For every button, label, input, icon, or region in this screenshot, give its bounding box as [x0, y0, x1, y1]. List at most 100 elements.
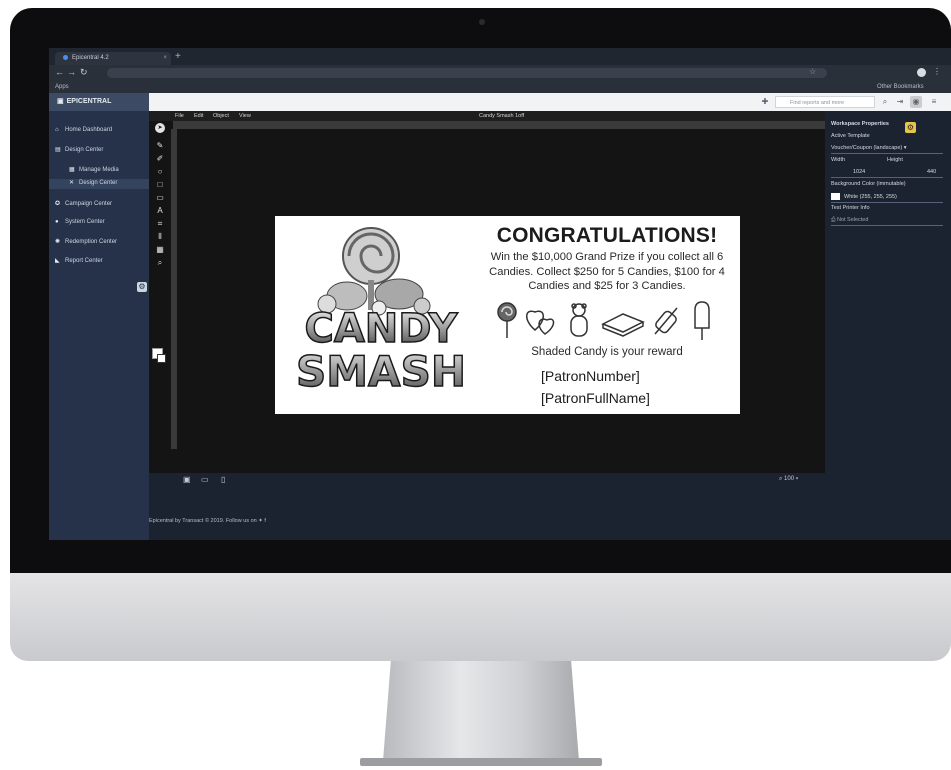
tool-palette: ➤ ✎ ✐ ○ □ ▭ A ⌗ ⦀ ▦ ⌕ — [149, 123, 171, 453]
sidebar-item-label: Design Center — [79, 180, 118, 186]
add-widget-icon[interactable]: ✚ — [759, 96, 771, 108]
pen-tool-icon[interactable]: ✎ — [155, 141, 165, 151]
sidebar-item-home-dashboard[interactable]: ⌂ Home Dashboard — [55, 127, 112, 133]
app-footer: Epicentral by Transact © 2019. Follow us… — [149, 518, 266, 524]
patron-fullname-field[interactable]: [PatronFullName] — [541, 390, 650, 406]
printer-field[interactable]: ⎙ Not Selected — [831, 217, 868, 224]
divider — [831, 225, 943, 226]
home-icon: ⌂ — [55, 127, 59, 133]
candy-smash-logo: CANDY SMASH — [295, 227, 467, 397]
media-icon: ▦ — [69, 167, 75, 173]
screen: Epicentral 4.2 × + ← → ↻ ☆ ⋮ Apps Other … — [49, 48, 951, 540]
menu-file[interactable]: File — [175, 111, 184, 121]
browser-tab[interactable]: Epicentral 4.2 × — [55, 52, 171, 65]
menu-edit[interactable]: Edit — [194, 111, 203, 121]
width-label: Width — [831, 157, 846, 163]
app-top-bar: ✚ Find reports and more ⌕ ⇥ ◉ ≡ — [149, 93, 951, 111]
bg-color-field: White (255, 255, 255) — [831, 193, 897, 200]
barcode-tool-icon[interactable]: ⦀ — [155, 232, 165, 242]
forward-icon[interactable]: → — [67, 67, 76, 77]
bg-color-label: Background Color (immutable) — [831, 181, 906, 187]
zoom-tool-icon[interactable]: ⌕ — [155, 258, 165, 268]
user-icon[interactable]: ◉ — [910, 96, 922, 108]
logout-icon[interactable]: ⇥ — [894, 96, 906, 108]
sidebar-item-redemption-center[interactable]: ✺ Redemption Center — [55, 238, 117, 245]
new-document-icon[interactable]: ▯ — [221, 475, 225, 484]
logo-line1: CANDY — [304, 306, 458, 352]
open-folder-icon[interactable]: ▭ — [201, 475, 209, 484]
browser-tab-bar: Epicentral 4.2 × + — [49, 48, 951, 65]
stroke-color-swatch[interactable] — [157, 354, 166, 363]
printer-label: Test Printer Info — [831, 205, 870, 211]
properties-settings-gear-icon[interactable]: ⚙ — [905, 122, 916, 133]
facebook-icon[interactable]: f — [264, 518, 266, 524]
designer-menu-bar: File Edit Object View Candy Smash 1off — [149, 111, 825, 121]
gummy-bear-icon — [570, 303, 588, 337]
vertical-ruler — [171, 129, 177, 449]
sidebar-item-label: Campaign Center — [65, 201, 113, 207]
voucher-preview[interactable]: CANDY SMASH CONGRATULATIONS! Win the $10… — [275, 216, 740, 414]
pencil-tool-icon[interactable]: ✐ — [155, 154, 165, 164]
sidebar-item-design-center-sub[interactable]: ✕ Design Center — [49, 179, 149, 189]
search-icon[interactable]: ⌕ — [879, 96, 891, 108]
monitor-stand — [383, 661, 579, 761]
height-input[interactable]: 440 — [927, 169, 936, 175]
back-icon[interactable]: ← — [55, 67, 64, 77]
properties-heading: Workspace Properties — [831, 121, 889, 127]
bookmark-star-icon[interactable]: ☆ — [809, 67, 816, 76]
voucher-reward-text: Shaded Candy is your reward — [531, 346, 683, 358]
rectangle-tool-icon[interactable]: □ — [155, 180, 165, 190]
redemption-icon: ✺ — [55, 239, 61, 245]
designer-canvas: File Edit Object View Candy Smash 1off ➤… — [149, 111, 825, 487]
sidebar-item-system-center[interactable]: ● System Center — [55, 219, 105, 225]
select-tool-icon[interactable]: ➤ — [155, 123, 165, 133]
apps-bookmark[interactable]: Apps — [55, 81, 69, 93]
search-input[interactable]: Find reports and more — [775, 96, 875, 108]
ellipse-tool-icon[interactable]: ○ — [155, 167, 165, 177]
reload-icon[interactable]: ↻ — [80, 67, 88, 78]
qr-tool-icon[interactable]: ⌗ — [155, 219, 165, 229]
menu-object[interactable]: Object — [213, 111, 229, 121]
sidebar-item-campaign-center[interactable]: ✪ Campaign Center — [55, 200, 112, 207]
hamburger-menu-icon[interactable]: ≡ — [928, 96, 940, 108]
close-tab-icon[interactable]: × — [163, 52, 167, 65]
voucher-description: Win the $10,000 Grand Prize if you colle… — [489, 251, 725, 292]
wrapped-candy-icon — [654, 307, 678, 335]
width-input[interactable]: 1024 — [853, 169, 865, 175]
zoom-value: 100 — [784, 476, 795, 482]
active-template-value: Voucher/Coupon (landscape) — [831, 145, 903, 151]
hearts-icon — [526, 310, 555, 335]
sidebar-item-design-center[interactable]: ▤ Design Center — [55, 146, 103, 153]
new-tab-button[interactable]: + — [175, 51, 181, 62]
sidebar-item-label: Redemption Center — [65, 239, 118, 245]
image-tool-icon[interactable]: ▭ — [155, 193, 165, 203]
bg-color-value: White (255, 255, 255) — [844, 193, 897, 200]
browser-menu-icon[interactable]: ⋮ — [933, 67, 941, 76]
other-bookmarks[interactable]: Other Bookmarks — [877, 81, 924, 93]
bookmarks-bar: Apps Other Bookmarks — [49, 81, 951, 93]
brand-logo[interactable]: ▣ EPICENTRAL — [49, 93, 149, 111]
url-input[interactable] — [107, 68, 827, 78]
brand-name: EPICENTRAL — [66, 98, 112, 105]
patron-number-field[interactable]: [PatronNumber] — [541, 368, 640, 384]
popsicle-icon — [694, 301, 710, 340]
text-tool-icon[interactable]: A — [155, 206, 165, 216]
sidebar-settings-gear-icon[interactable]: ⚙ — [137, 282, 147, 292]
menu-view[interactable]: View — [239, 111, 251, 121]
chocolate-bar-icon — [601, 313, 645, 337]
favicon-icon — [63, 54, 68, 60]
grid-tool-icon[interactable]: ▦ — [155, 245, 165, 255]
profile-avatar[interactable] — [917, 68, 926, 77]
tools-icon: ✕ — [69, 180, 75, 186]
zoom-control[interactable]: ⌕ 100 ▾ — [779, 476, 798, 483]
voucher-title: CONGRATULATIONS! — [496, 224, 718, 247]
sidebar-item-manage-media[interactable]: ▦ Manage Media — [69, 166, 119, 173]
sidebar-item-label: Design Center — [65, 147, 104, 153]
active-template-select[interactable]: Voucher/Coupon (landscape) ▾ — [831, 145, 907, 151]
twitter-icon[interactable]: ✦ — [258, 518, 263, 524]
save-icon[interactable]: ▣ — [183, 475, 191, 484]
system-icon: ● — [55, 219, 59, 225]
sidebar-item-report-center[interactable]: ◣ Report Center — [55, 257, 103, 264]
sidebar-item-label: Report Center — [65, 258, 103, 264]
address-bar: ← → ↻ ☆ ⋮ — [49, 65, 951, 81]
